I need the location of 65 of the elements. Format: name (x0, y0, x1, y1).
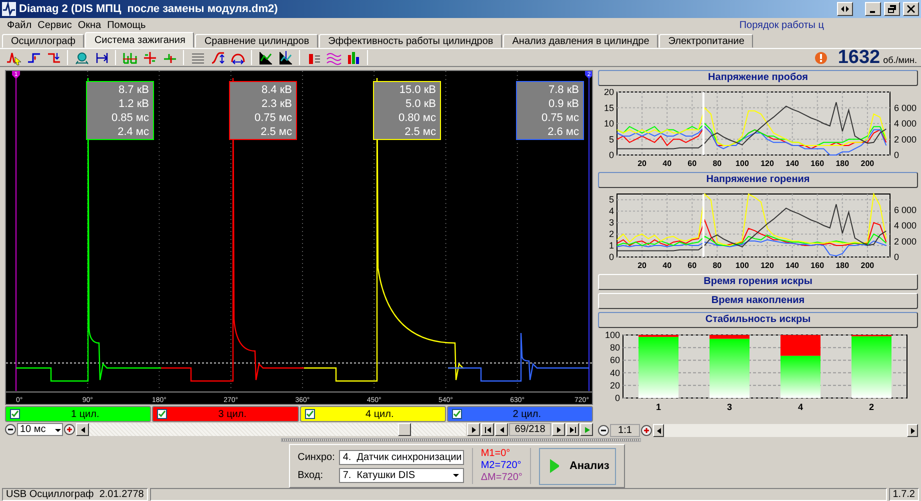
axis-label: 4 (798, 402, 803, 412)
axis-label: 4 000 (894, 220, 917, 230)
axis-label: 160 (810, 159, 824, 168)
axis-label: 100 (736, 261, 749, 270)
measurement-box: 7.8 кВ 0.9 кВ 0.75 мс 2.6 мс (516, 81, 584, 140)
axis-label: 140 (786, 261, 799, 270)
axis-label: 1 (608, 240, 614, 251)
measurement-box: 8.7 кВ 1.2 кВ 0.85 мс 2.4 мс (86, 81, 154, 140)
window-title: Diamag 2 (DIS МПЦ после замены модуля.dm2) (19, 3, 278, 15)
axis-label: 0 (614, 393, 620, 403)
axis-label: 20 (638, 261, 646, 270)
axis-label: 160 (810, 261, 824, 270)
axis-label: 60 (688, 261, 697, 270)
axis-label: 6 000 (894, 102, 917, 113)
axis-label: 20 (638, 159, 646, 168)
axis-label: 80 (712, 261, 722, 270)
axis-label: 180 (836, 261, 850, 270)
status-text: USB Осциллограф 2.01.2778 (2, 488, 148, 501)
axis-label: 0 (894, 252, 900, 262)
axis-label: 60 (688, 159, 697, 168)
axis-label: 80 (712, 159, 722, 168)
axis-label: 40 (610, 368, 620, 378)
axis-label: 3 (727, 402, 732, 412)
axis-label: 4 (608, 206, 614, 216)
axis-label: 40 (662, 159, 672, 168)
axis-label: 20 (604, 89, 614, 97)
axis-label: 1 (656, 402, 661, 412)
measurement-box: 15.0 кВ 5.0 кВ 0.80 мс 2.5 мс (373, 81, 441, 140)
marker-readout: ΔM=720° (480, 472, 522, 484)
rpm-unit: об./мин. (883, 55, 917, 65)
axis-label: 80 (610, 342, 620, 353)
axis-label: 2 (869, 402, 874, 412)
measurement-box: 8.4 кВ 2.3 кВ 0.75 мс 2.5 мс (229, 81, 297, 140)
rpm-value: 1632 (838, 46, 880, 68)
axis-label: 120 (760, 159, 774, 168)
axis-label: 10 (604, 118, 614, 128)
zoom-level: 1:1 (610, 424, 640, 437)
axis-label: 200 (860, 159, 874, 168)
frame-counter: 69/218 (509, 423, 551, 436)
axis-label: 5 (608, 194, 614, 205)
axis-label: 15 (604, 102, 614, 113)
axis-label: 2 000 (894, 134, 917, 144)
field-label: Синхро: (298, 452, 335, 462)
axis-label: 3 (608, 218, 614, 228)
axis-label: 5 (608, 134, 614, 144)
axis-label: 100 (736, 159, 749, 168)
axis-label: 200 (860, 261, 874, 270)
axis-label: 0 (608, 252, 614, 262)
axis-label: 0 (894, 150, 900, 160)
axis-label: 60 (610, 355, 620, 366)
axis-label: 180 (836, 159, 850, 168)
axis-label: 6 000 (894, 204, 917, 215)
marker-readout: M1=0° (480, 448, 512, 460)
marker-readout: M2=720° (480, 460, 522, 472)
version-text: 1.7.2 (888, 488, 919, 501)
axis-label: 100 (604, 331, 620, 340)
axis-label: 140 (786, 159, 799, 168)
axis-label: 0 (608, 150, 614, 160)
field-label: Вход: (298, 470, 324, 480)
axis-label: 2 000 (894, 236, 917, 246)
axis-label: 20 (610, 380, 620, 390)
axis-label: 4 000 (894, 118, 917, 128)
axis-label: 40 (662, 261, 672, 270)
axis-label: 2 (608, 229, 614, 240)
axis-label: 120 (760, 261, 774, 270)
